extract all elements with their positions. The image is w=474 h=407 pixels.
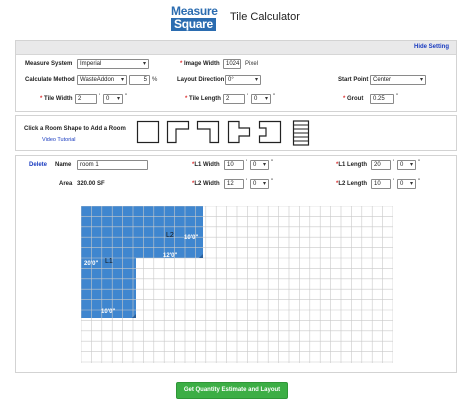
start-point-label: Start Point — [338, 77, 369, 83]
dimension-l1-length: 20'0" — [84, 261, 99, 267]
t-shape-icon[interactable] — [258, 120, 282, 144]
measure-system-select[interactable]: Imperial — [77, 59, 149, 69]
get-estimate-button[interactable]: Get Quantity Estimate and Layout — [176, 382, 288, 399]
l1-width-inches-unit: " — [271, 160, 274, 166]
room-label-l2: L2 — [166, 232, 174, 239]
l1-length-inches-select[interactable]: 0 — [397, 160, 416, 170]
l2-width-inches-unit: " — [271, 179, 274, 185]
hide-setting-link[interactable]: Hide Setting — [414, 44, 449, 50]
tile-length-feet-unit: ' — [247, 94, 249, 100]
layout-direction-label: Layout Direction — [177, 77, 225, 83]
percent-unit: % — [152, 77, 158, 83]
l2-length-inches-unit: " — [418, 179, 421, 185]
measuresquare-logo: Measure Square — [171, 5, 221, 33]
notch-shape-icon[interactable] — [227, 120, 251, 144]
room-layout-canvas[interactable]: L2 10'0" 12'0" 20'0" L1 10'0" — [81, 206, 393, 363]
l1-length-feet-input[interactable]: 20 — [371, 160, 391, 170]
start-point-select[interactable]: Center — [370, 75, 426, 85]
l1-width-inches-select[interactable]: 0 — [250, 160, 269, 170]
l2-width-feet-input[interactable]: 12 — [224, 179, 244, 189]
l1-width-feet-unit: ' — [246, 160, 248, 166]
settings-bar: Hide Setting — [16, 41, 456, 55]
layout-direction-select[interactable]: 0° — [225, 75, 261, 85]
image-width-input[interactable]: 1024 — [223, 59, 241, 69]
l2-width-label: *L2 Width — [192, 181, 220, 187]
l1-width-feet-input[interactable]: 10 — [224, 160, 244, 170]
page-title: Tile Calculator — [230, 11, 300, 23]
tile-length-inches-unit: " — [273, 94, 276, 100]
tile-length-inches-select[interactable]: 0 — [251, 94, 271, 104]
tile-width-label: * Tile Width — [40, 96, 73, 102]
l1-length-inches-unit: " — [418, 160, 421, 166]
tile-length-label: * Tile Length — [185, 96, 221, 102]
l1-length-label: *L1 Length — [336, 162, 368, 168]
l2-length-feet-unit: ' — [393, 179, 395, 185]
tile-grid — [81, 206, 393, 363]
l1-width-label: *L1 Width — [192, 162, 220, 168]
grout-input[interactable]: 0.25 — [370, 94, 394, 104]
video-tutorial-link[interactable]: Video Tutorial — [42, 137, 76, 143]
area-label: Area — [59, 181, 73, 187]
tile-width-inches-select[interactable]: 0 — [103, 94, 123, 104]
measure-system-label: Measure System — [25, 61, 73, 67]
l-shape-icon[interactable] — [166, 120, 190, 144]
l2-length-inches-select[interactable]: 0 — [397, 179, 416, 189]
l2-width-inches-select[interactable]: 0 — [250, 179, 269, 189]
waste-percent-input[interactable]: 5 — [129, 75, 150, 85]
reverse-l-shape-icon[interactable] — [196, 120, 220, 144]
app-header: Measure Square Tile Calculator — [0, 0, 474, 38]
delete-room-link[interactable]: Delete — [29, 162, 47, 168]
tile-width-inches-unit: " — [125, 94, 128, 100]
area-value: 320.00 SF — [77, 181, 105, 187]
l1-length-feet-unit: ' — [393, 160, 395, 166]
rectangle-shape-icon[interactable] — [136, 120, 160, 144]
room-label-l1: L1 — [105, 258, 113, 265]
room-editor-panel: Delete Name room 1 Area 320.00 SF *L1 Wi… — [15, 155, 457, 373]
dimension-l2-length: 10'0" — [184, 235, 199, 241]
tile-width-feet-input[interactable]: 2 — [75, 94, 97, 104]
tile-width-feet-unit: ' — [99, 94, 101, 100]
tile-length-feet-input[interactable]: 2 — [223, 94, 245, 104]
calculate-method-label: Calculate Method — [25, 77, 75, 83]
dimension-l1-width: 10'0" — [101, 309, 116, 315]
image-width-label: * Image Width — [180, 61, 220, 67]
room-name-label: Name — [55, 162, 72, 168]
image-width-unit: Pixel — [245, 61, 259, 67]
calculate-method-select[interactable]: WasteAddon — [77, 75, 127, 85]
settings-panel: Hide Setting Measure System Imperial * I… — [15, 40, 457, 112]
grout-label: * Grout — [343, 96, 364, 102]
dimension-l2-width: 12'0" — [163, 253, 178, 259]
room-name-input[interactable]: room 1 — [77, 160, 148, 170]
room-shapes-panel: Click a Room Shape to Add a Room Video T… — [15, 115, 457, 151]
stairs-shape-icon[interactable] — [292, 120, 310, 146]
l2-length-feet-input[interactable]: 10 — [371, 179, 391, 189]
l2-length-label: *L2 Length — [336, 181, 368, 187]
room-shapes-title: Click a Room Shape to Add a Room — [24, 126, 126, 132]
l2-width-feet-unit: ' — [246, 179, 248, 185]
grout-unit: " — [396, 94, 399, 100]
logo-line-2: Square — [171, 18, 216, 31]
